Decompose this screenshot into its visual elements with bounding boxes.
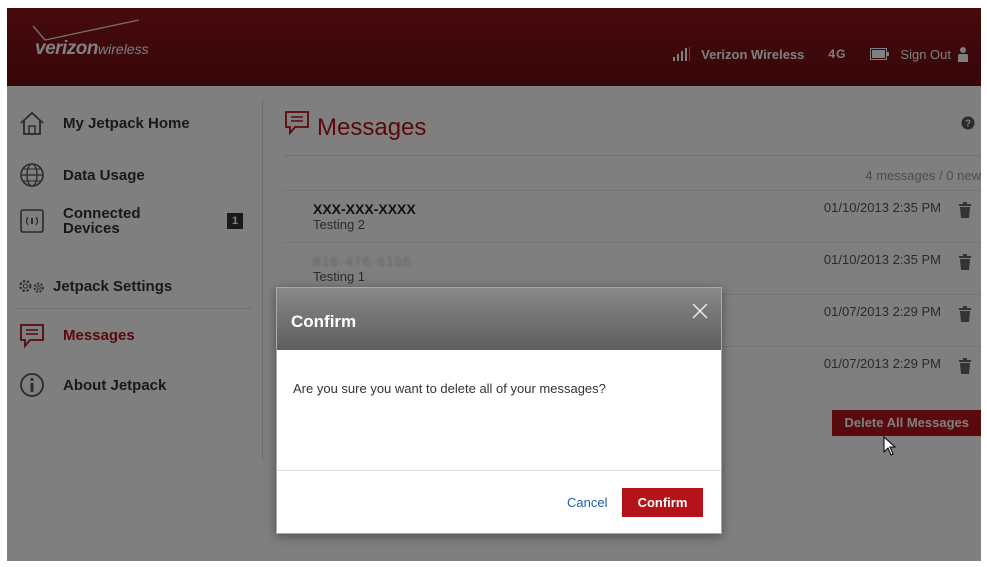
confirm-button[interactable]: Confirm [622,488,703,517]
confirm-dialog: Confirm Are you sure you want to delete … [276,287,722,534]
dialog-title: Confirm [291,312,357,331]
dialog-header: Confirm [277,288,721,350]
close-icon[interactable] [691,302,709,320]
dialog-footer-divider [277,470,721,471]
dialog-message: Are you sure you want to delete all of y… [293,381,606,396]
cancel-button[interactable]: Cancel [567,495,607,510]
app-window: verizonwireless Verizon Wireless 4G Sign… [7,8,981,561]
mouse-pointer-icon [883,436,897,456]
